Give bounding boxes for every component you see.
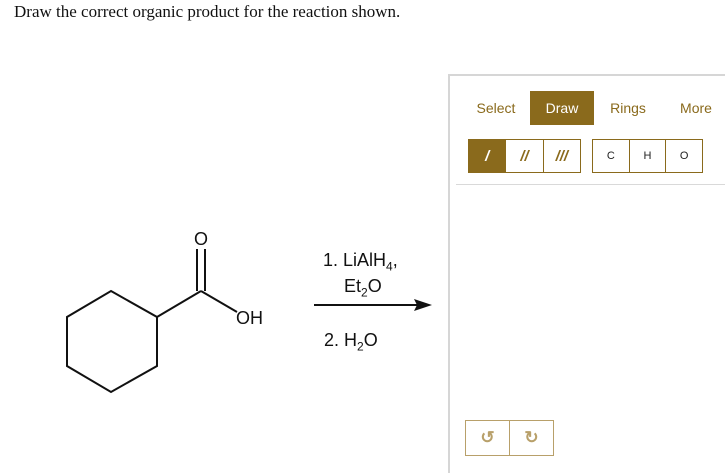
tab-select[interactable]: Select <box>466 91 526 125</box>
ring-carbonyl-bond <box>156 290 202 318</box>
double-bond-button[interactable]: // <box>506 140 544 172</box>
carbon-hydroxyl-bond <box>200 290 238 313</box>
single-bond-button[interactable]: / <box>469 140 507 172</box>
drawing-panel[interactable]: Select Draw Rings More / // /// C H O ↺ … <box>448 74 725 473</box>
reagent-step-1: 1. LiAlH4, <box>323 250 398 274</box>
redo-icon: ↻ <box>524 428 539 447</box>
triple-bond-button[interactable]: /// <box>544 140 580 172</box>
undo-button[interactable]: ↺ <box>466 421 510 455</box>
atom-carbon-button[interactable]: C <box>593 140 630 172</box>
atom-oxygen-button[interactable]: O <box>666 140 702 172</box>
reagent-solvent: Et2O <box>344 276 382 300</box>
bond-tool-group: / // /// <box>468 139 581 173</box>
tab-more[interactable]: More <box>668 91 724 125</box>
carbonyl-oxygen-label: O <box>194 229 208 249</box>
atom-tool-group: C H O <box>592 139 703 173</box>
undo-icon: ↺ <box>480 428 495 447</box>
drawing-toolbar: Select Draw Rings More / // /// C H O <box>456 76 725 185</box>
tab-draw[interactable]: Draw <box>530 91 594 125</box>
tab-rings[interactable]: Rings <box>600 91 656 125</box>
redo-button[interactable]: ↻ <box>510 421 553 455</box>
atom-hydrogen-button[interactable]: H <box>630 140 667 172</box>
reagent-step-2: 2. H2O <box>324 330 378 354</box>
history-group: ↺ ↻ <box>465 420 554 456</box>
cyclohexane-ring <box>66 289 158 394</box>
hydroxyl-label: OH <box>236 308 263 328</box>
reaction-scheme: O OH <box>66 229 432 394</box>
